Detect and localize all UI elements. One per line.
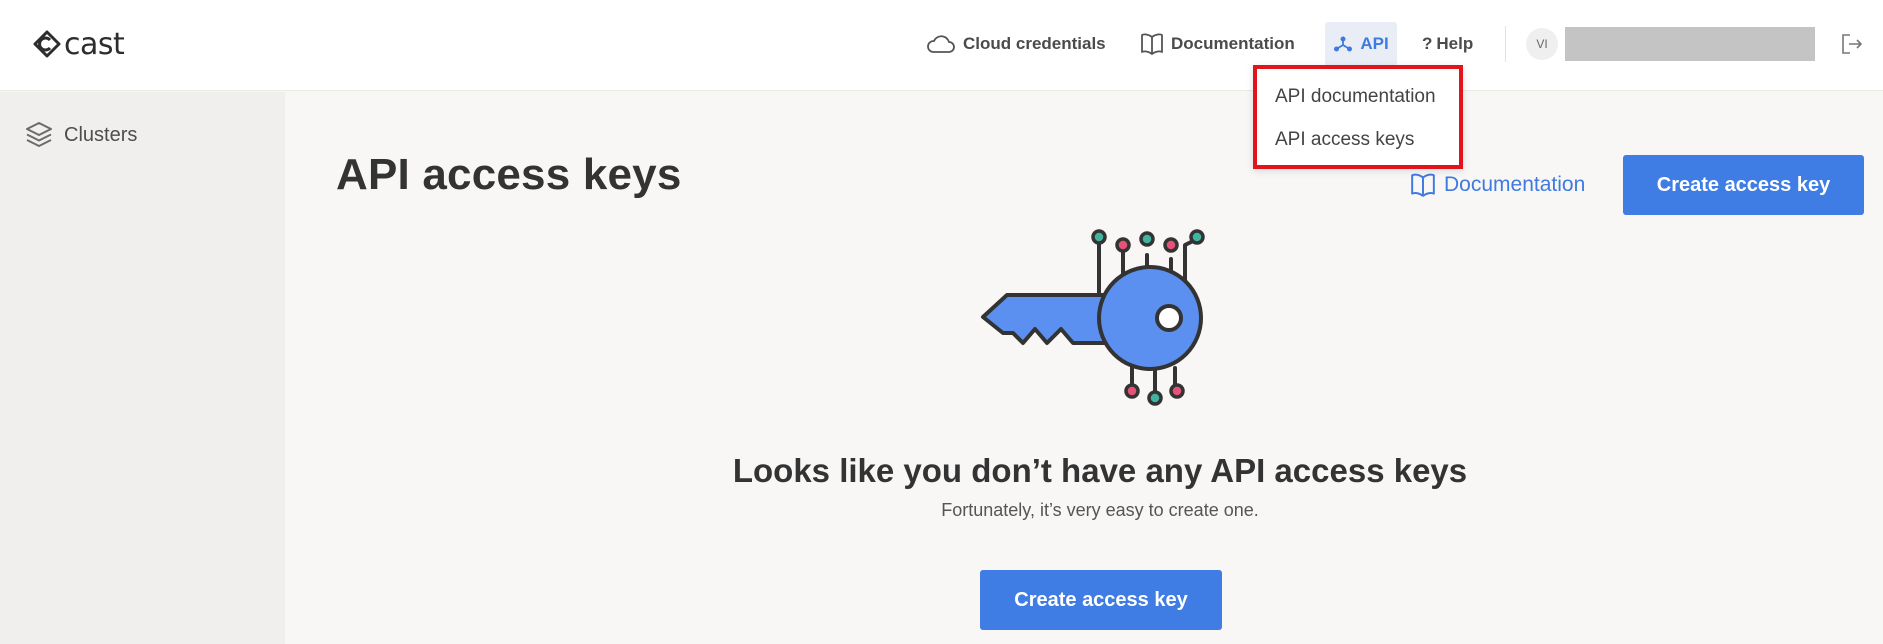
page-title: API access keys (336, 150, 682, 199)
nav-documentation-label: Documentation (1171, 34, 1295, 53)
documentation-link-label: Documentation (1444, 173, 1586, 196)
api-dropdown-menu: API documentation API access keys (1253, 65, 1463, 169)
nav-documentation[interactable]: Documentation (1140, 22, 1295, 66)
sidebar: Clusters (0, 92, 285, 644)
top-bar: cast Cloud credentials Documentation API… (0, 0, 1883, 91)
sidebar-item-clusters[interactable]: Clusters (24, 117, 137, 153)
api-nodes-icon (1334, 36, 1353, 52)
nav-help-label: Help (1436, 34, 1474, 53)
logout-icon (1842, 34, 1862, 54)
menu-item-api-documentation[interactable]: API documentation (1275, 86, 1436, 108)
nav-api-label: API (1360, 34, 1389, 53)
cast-logo[interactable]: cast (32, 24, 125, 64)
nav-cloud-credentials[interactable]: Cloud credentials (926, 22, 1106, 66)
nav-divider (1505, 26, 1506, 62)
question-mark-icon: ? (1422, 34, 1433, 53)
redacted-user-email (1565, 27, 1815, 61)
nav-api[interactable]: API (1325, 22, 1397, 66)
cloud-icon (927, 35, 955, 53)
empty-state-title: Looks like you don’t have any API access… (732, 452, 1468, 489)
logout-button[interactable] (1838, 30, 1866, 58)
key-illustration (981, 229, 1205, 406)
avatar[interactable]: VI (1526, 28, 1558, 60)
logo-text: cast (64, 26, 125, 62)
create-access-key-button[interactable]: Create access key (1623, 155, 1864, 215)
empty-create-access-key-button[interactable]: Create access key (980, 570, 1222, 630)
nav-help[interactable]: ? Help (1422, 22, 1473, 66)
menu-item-api-access-keys[interactable]: API access keys (1275, 129, 1414, 151)
nav-cloud-credentials-label: Cloud credentials (963, 34, 1106, 53)
documentation-link[interactable]: Documentation (1410, 170, 1585, 200)
cast-logo-icon (33, 30, 61, 58)
sidebar-item-label: Clusters (64, 123, 138, 146)
book-icon (1411, 173, 1435, 197)
layers-icon (26, 122, 52, 147)
book-icon (1141, 33, 1163, 55)
empty-state-subtitle: Fortunately, it’s very easy to create on… (941, 500, 1259, 520)
